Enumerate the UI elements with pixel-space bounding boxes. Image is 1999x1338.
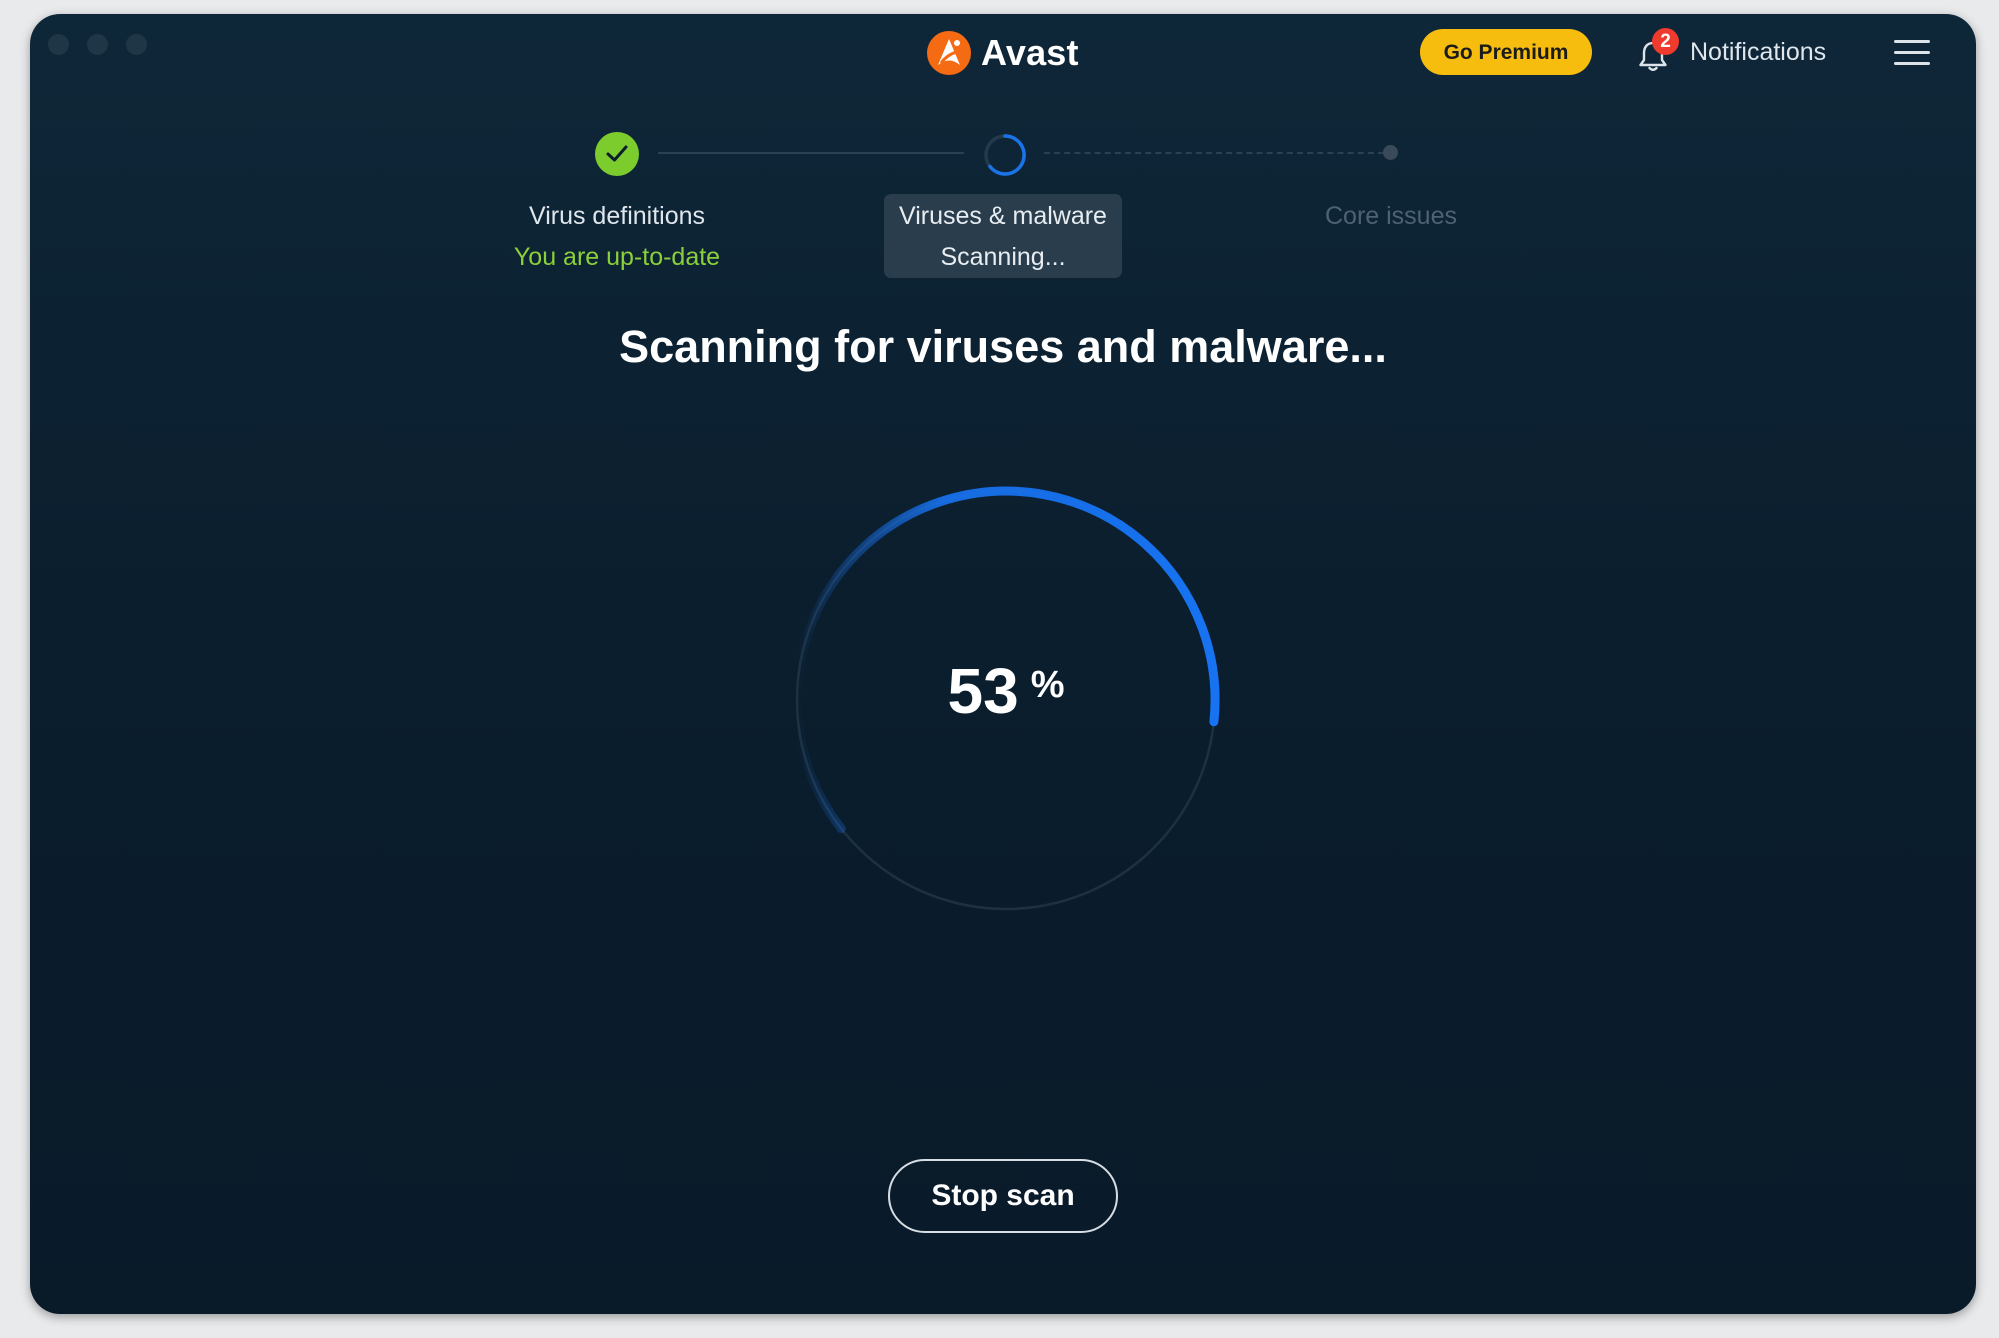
scan-percentage: 53% [770,654,1242,728]
step-status: Scanning... [940,243,1066,271]
go-premium-button[interactable]: Go Premium [1420,29,1592,75]
notifications-button[interactable]: 2 Notifications [1636,26,1826,78]
app-name: Avast [981,32,1079,73]
scan-percentage-unit: % [1030,663,1065,706]
step-viruses-malware: Viruses & malware Scanning... [884,196,1122,278]
scan-percentage-value: 53 [947,655,1019,727]
check-icon [606,145,628,162]
step-core-issues: Core issues [1278,196,1504,237]
step-title: Core issues [1325,202,1457,230]
avast-logo-icon [927,31,971,75]
app-logo: Avast [926,28,1079,78]
page-title: Scanning for viruses and malware... [619,321,1387,372]
stop-scan-button[interactable]: Stop scan [888,1159,1118,1233]
spinner-icon [984,134,1026,176]
hamburger-menu-icon[interactable] [1894,40,1930,68]
step-title: Viruses & malware [899,202,1107,230]
notification-count-badge: 2 [1652,28,1679,55]
step-virus-definitions: Virus definitions You are up-to-date [490,196,744,278]
app-window: Avast Go Premium 2 Notifications Virus d… [30,14,1976,1314]
window-close-button[interactable] [48,34,69,55]
step-done-indicator [595,132,639,176]
window-minimize-button[interactable] [87,34,108,55]
step-pending-indicator [1383,145,1398,160]
window-zoom-button[interactable] [126,34,147,55]
step-status: You are up-to-date [513,243,721,271]
step-title: Virus definitions [528,202,706,230]
stepper-connector-pending [1044,152,1384,154]
notifications-label: Notifications [1690,37,1827,66]
stepper-connector-done [658,152,964,154]
